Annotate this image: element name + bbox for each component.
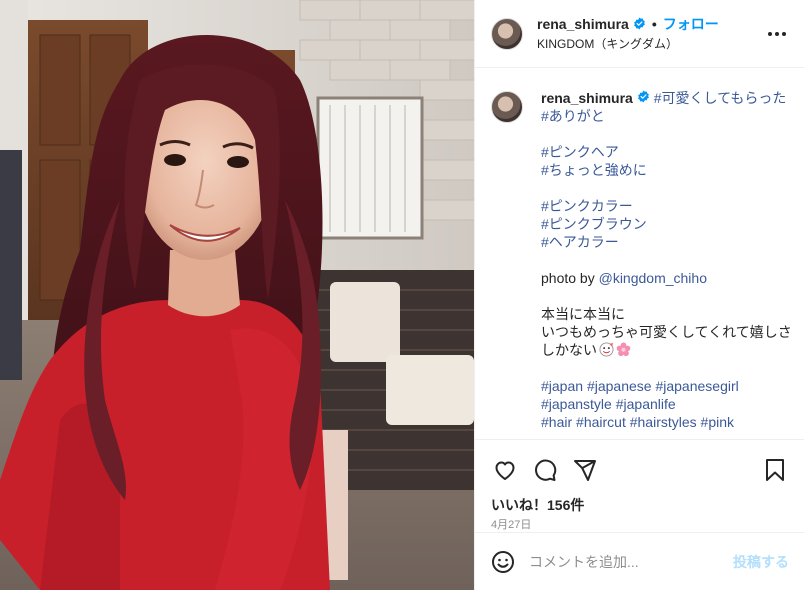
- separator-dot: •: [651, 15, 657, 32]
- hashtag-link[interactable]: #japanstyle: [541, 396, 612, 412]
- hashtag-link[interactable]: #ピンクブラウン: [541, 216, 647, 232]
- caption-area: rena_shimura #可愛くしてもらった #ありがと #ピンクヘア #ちょ…: [475, 69, 804, 439]
- hashtag-link[interactable]: #hair: [541, 414, 572, 430]
- post-comment-button[interactable]: 投稿する: [733, 552, 789, 572]
- action-icon-row: [475, 440, 804, 486]
- photo-credit-text: photo by: [541, 270, 599, 286]
- hashtag-link[interactable]: #pink: [701, 414, 734, 430]
- caption-paragraph: #ピンクカラー #ピンクブラウン #ヘアカラー: [541, 197, 792, 251]
- follow-button[interactable]: フォロー: [663, 15, 719, 33]
- hashtag-link[interactable]: #可愛くしてもらった: [654, 90, 787, 106]
- comment-icon[interactable]: [531, 456, 559, 484]
- heart-icon[interactable]: [491, 456, 519, 484]
- caption-paragraph: rena_shimura #可愛くしてもらった #ありがと: [541, 89, 792, 125]
- caption-avatar[interactable]: [491, 91, 523, 123]
- hashtag-link[interactable]: #japan: [541, 378, 583, 394]
- post-photo-illustration: [0, 0, 474, 590]
- hashtag-link[interactable]: #hairstyles: [630, 414, 697, 430]
- caption-text: 本当に本当に: [541, 306, 625, 322]
- header-text: rena_shimura • フォロー KINGDOM（キングダム）: [537, 15, 765, 53]
- post-actions: いいね！156件 4月27日 投稿する: [475, 439, 804, 590]
- mention-link[interactable]: @kingdom_chiho: [599, 270, 707, 286]
- caption-paragraph: #ピンクヘア #ちょっと強めに: [541, 143, 792, 179]
- username-link[interactable]: rena_shimura: [537, 15, 629, 33]
- hashtag-link[interactable]: #haircut: [576, 414, 626, 430]
- share-icon[interactable]: [571, 456, 599, 484]
- post-photo[interactable]: [0, 0, 474, 590]
- hashtag-link[interactable]: #ヘアカラー: [541, 234, 619, 250]
- hashtag-link[interactable]: #ちょっと強めに: [541, 162, 647, 178]
- hashtag-link[interactable]: #japanesegirl: [655, 378, 738, 394]
- comment-input[interactable]: [529, 553, 733, 570]
- caption-paragraph: #japan #japanese #japanesegirl #japansty…: [541, 377, 792, 431]
- hashtag-link[interactable]: #japanese: [587, 378, 652, 394]
- post-header: rena_shimura • フォロー KINGDOM（キングダム）: [475, 0, 804, 68]
- post-date[interactable]: 4月27日: [475, 514, 804, 532]
- cherry-blossom-icon: [616, 342, 631, 357]
- caption-username[interactable]: rena_shimura: [541, 90, 633, 106]
- verified-badge-icon: [633, 17, 645, 30]
- hashtag-link[interactable]: #japanlife: [616, 396, 676, 412]
- like-count[interactable]: いいね！156件: [475, 486, 804, 514]
- verified-badge-icon: [637, 90, 649, 103]
- hashtag-link[interactable]: #ありがと: [541, 108, 605, 124]
- comment-bar: 投稿する: [475, 532, 804, 590]
- more-options-icon[interactable]: [765, 22, 789, 46]
- caption-paragraph: photo by @kingdom_chiho: [541, 269, 792, 287]
- location-link[interactable]: KINGDOM（キングダム）: [537, 35, 765, 53]
- hashtag-link[interactable]: #ピンクカラー: [541, 198, 633, 214]
- caption-body: rena_shimura #可愛くしてもらった #ありがと #ピンクヘア #ちょ…: [541, 89, 792, 439]
- post-side-panel: rena_shimura • フォロー KINGDOM（キングダム） rena_…: [474, 0, 804, 590]
- instagram-post: rena_shimura • フォロー KINGDOM（キングダム） rena_…: [0, 0, 804, 590]
- avatar[interactable]: [491, 17, 523, 50]
- smiley-icon[interactable]: [491, 550, 515, 574]
- caption-text: いつもめっちゃ可愛くしてくれて嬉しさ: [541, 324, 792, 340]
- face-emoji-icon: [599, 342, 614, 357]
- header-user-row: rena_shimura • フォロー: [537, 15, 765, 33]
- caption-text: しかない: [541, 342, 597, 358]
- caption-paragraph: 本当に本当に いつもめっちゃ可愛くしてくれて嬉しさ しかない: [541, 305, 792, 359]
- bookmark-icon[interactable]: [761, 456, 789, 484]
- hashtag-link[interactable]: #ピンクヘア: [541, 144, 619, 160]
